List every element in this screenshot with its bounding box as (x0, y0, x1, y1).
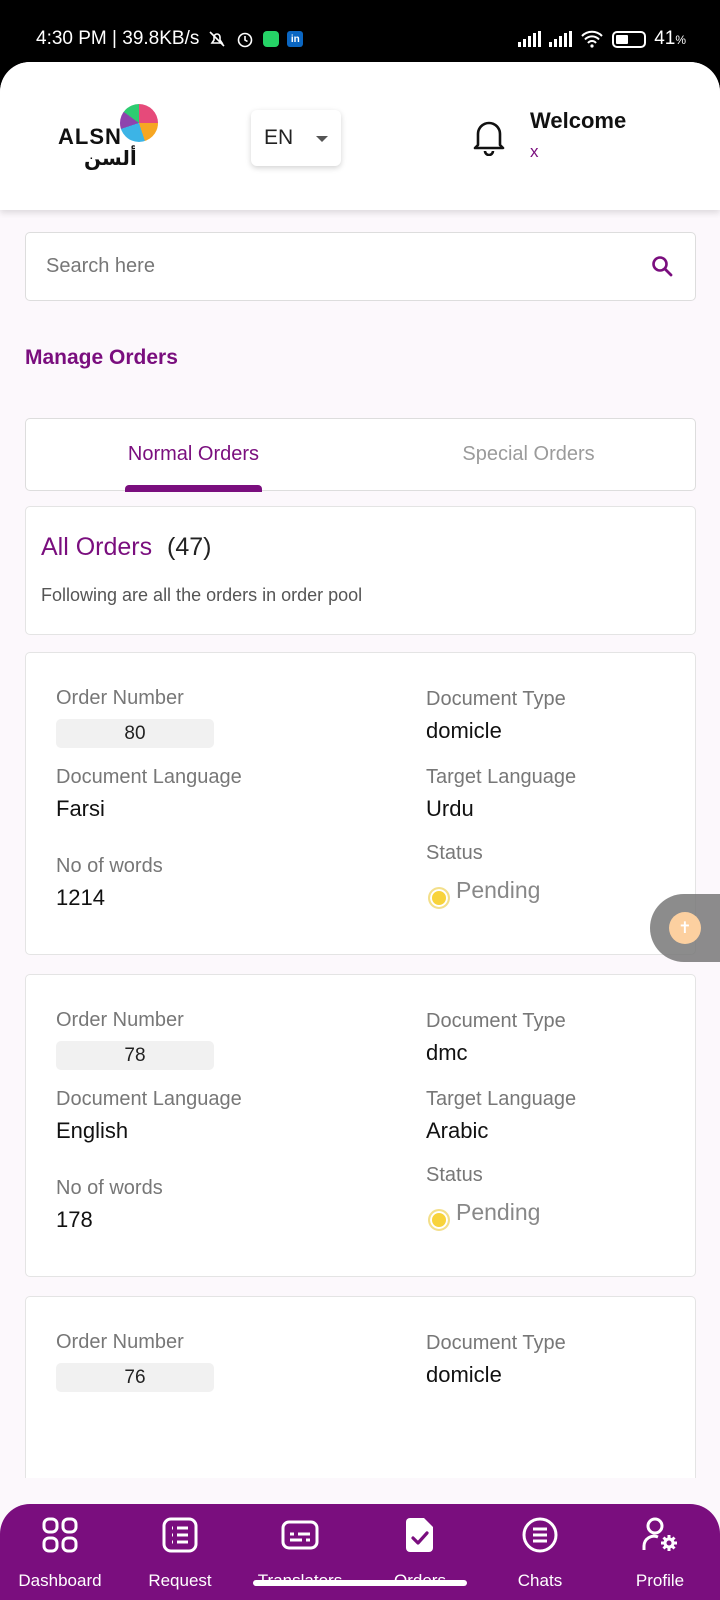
home-indicator[interactable] (253, 1580, 467, 1586)
username-text: x (530, 142, 539, 161)
nav-request-label: Request (148, 1571, 212, 1590)
document-check-icon (406, 1518, 433, 1552)
tab-special-orders[interactable]: Special Orders (361, 419, 696, 489)
document-type-value: domicle (426, 1362, 502, 1387)
status-value: Pending (456, 1199, 541, 1225)
summary-description: Following are all the orders in order po… (41, 585, 363, 605)
status-bar: 4:30 PM | 39.8KB/s in 41% (0, 0, 720, 62)
alarm-icon (235, 29, 255, 49)
words-value: 1214 (56, 885, 105, 910)
mute-icon (207, 29, 227, 49)
target-language-label: Target Language (426, 766, 577, 788)
subtitles-icon (281, 1520, 319, 1550)
active-tab-indicator (125, 485, 262, 492)
list-icon (162, 1517, 198, 1553)
order-card[interactable]: Order Number 80 Document Type domicle Do… (25, 652, 696, 955)
status-label: Status (426, 1164, 483, 1186)
chat-icon (522, 1517, 558, 1553)
order-number-label: Order Number (56, 1009, 184, 1031)
status-pending-icon (428, 1209, 450, 1231)
user-settings-icon (642, 1517, 677, 1551)
document-language-value: English (56, 1118, 129, 1143)
notification-bell-icon[interactable] (472, 116, 506, 156)
order-number-value: 78 (56, 1041, 214, 1070)
logo-arabic-text: ألسن (84, 148, 137, 170)
document-type-value: domicle (426, 718, 502, 743)
order-card[interactable]: Order Number 78 Document Type dmc Docume… (25, 974, 696, 1277)
target-language-label: Target Language (426, 1088, 577, 1110)
order-tabs: Normal Orders Special Orders (25, 418, 696, 492)
signal-icon (518, 31, 542, 47)
nav-request[interactable]: Request (120, 1504, 240, 1600)
battery-icon (612, 30, 647, 48)
search-bar (25, 232, 696, 301)
caret-down-icon (316, 136, 328, 142)
order-number-value: 76 (56, 1363, 214, 1392)
nav-profile-label: Profile (635, 1571, 685, 1590)
accessibility-icon: ✝ (669, 912, 701, 944)
battery-level: 41% (654, 28, 686, 49)
status-time: 4:30 PM | 39.8KB/s (36, 28, 200, 49)
nav-profile[interactable]: Profile (600, 1504, 720, 1600)
status-right: 41% (518, 28, 686, 50)
logo-emblem (120, 104, 158, 142)
nav-chats[interactable]: Chats (480, 1504, 600, 1600)
app-screen: ALSN ألسن EN Welcome x Manage Orders Nor… (0, 62, 720, 1600)
order-number-label: Order Number (56, 687, 184, 709)
status-label: Status (426, 842, 483, 864)
welcome-text: Welcome (530, 108, 627, 133)
app-header: ALSN ألسن EN Welcome x (0, 62, 720, 210)
document-language-value: Farsi (56, 796, 105, 821)
target-language-value: Urdu (426, 796, 474, 821)
language-value: EN (264, 126, 294, 149)
order-card[interactable]: Order Number 76 Document Type domicle (25, 1296, 696, 1478)
page-title: Manage Orders (25, 346, 178, 369)
whatsapp-icon (263, 31, 280, 47)
app-logo: ALSN ألسن (58, 104, 168, 174)
language-dropdown[interactable]: EN (251, 110, 341, 166)
grid-icon (42, 1517, 78, 1553)
target-language-value: Arabic (426, 1118, 489, 1143)
wifi-icon (580, 30, 604, 48)
document-language-label: Document Language (56, 1088, 242, 1110)
orders-summary-card: All Orders (47) Following are all the or… (25, 506, 696, 635)
nav-dashboard-label: Dashboard (18, 1571, 102, 1590)
order-number-value: 80 (56, 719, 214, 748)
document-type-label: Document Type (426, 1010, 566, 1032)
summary-title: All Orders (41, 533, 153, 561)
signal-2-icon (549, 31, 573, 47)
document-type-label: Document Type (426, 688, 566, 710)
search-input[interactable] (46, 233, 626, 299)
linkedin-icon: in (287, 31, 304, 47)
floating-assist-button[interactable]: ✝ (650, 894, 720, 962)
nav-dashboard[interactable]: Dashboard (0, 1504, 120, 1600)
tab-normal-label: Normal Orders (127, 442, 260, 465)
words-label: No of words (56, 855, 163, 877)
words-label: No of words (56, 1177, 163, 1199)
document-language-label: Document Language (56, 766, 242, 788)
document-type-label: Document Type (426, 1332, 566, 1354)
status-left: 4:30 PM | 39.8KB/s in (36, 28, 304, 50)
order-number-label: Order Number (56, 1331, 184, 1353)
status-pending-icon (428, 887, 450, 909)
summary-count: (47) (167, 533, 212, 561)
status-value: Pending (456, 877, 541, 903)
tab-normal-orders[interactable]: Normal Orders (26, 419, 361, 489)
search-icon[interactable] (651, 255, 673, 277)
document-type-value: dmc (426, 1040, 468, 1065)
tab-special-label: Special Orders (462, 442, 595, 465)
nav-chats-label: Chats (517, 1571, 563, 1590)
orders-scroll-area[interactable]: Manage Orders Normal Orders Special Orde… (0, 210, 720, 1478)
words-value: 178 (56, 1207, 93, 1232)
